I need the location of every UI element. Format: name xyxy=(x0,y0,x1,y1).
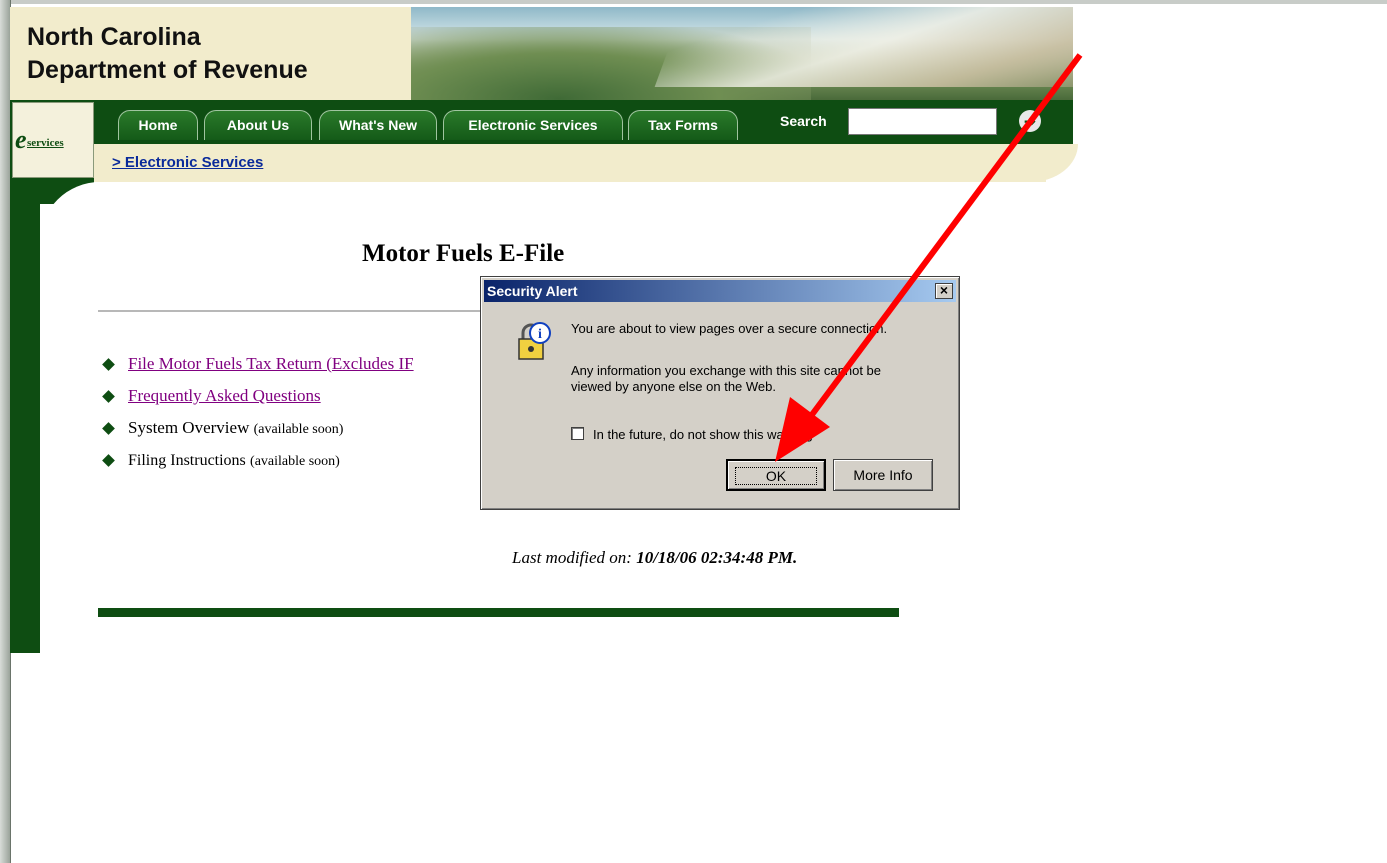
bullet-icon xyxy=(102,454,115,467)
search-label: Search xyxy=(780,113,827,129)
page-title: Motor Fuels E-File xyxy=(362,240,565,267)
item-note: (available soon) xyxy=(250,454,340,469)
last-modified-value: 10/18/06 02:34:48 PM xyxy=(636,548,793,567)
more-info-button[interactable]: More Info xyxy=(833,459,933,491)
last-modified: Last modified on: 10/18/06 02:34:48 PM. xyxy=(512,548,797,568)
eservices-logo[interactable]: e services xyxy=(12,102,94,178)
item-filing-instructions: Filing Instructions xyxy=(128,452,246,469)
curve-fill xyxy=(40,178,94,182)
last-modified-suffix: . xyxy=(792,548,798,567)
bullet-icon xyxy=(102,358,115,371)
bullet-icon xyxy=(102,422,115,435)
search-input[interactable] xyxy=(848,108,997,135)
tab-home[interactable]: Home xyxy=(118,110,198,140)
eservices-text: services xyxy=(27,137,64,149)
svg-text:i: i xyxy=(538,327,542,342)
dont-show-checkbox[interactable] xyxy=(571,427,584,440)
tab-tax-forms[interactable]: Tax Forms xyxy=(628,110,738,140)
site-logo: North Carolina Department of Revenue xyxy=(10,7,411,100)
dialog-message-1: You are about to view pages over a secur… xyxy=(571,321,888,336)
bullet-icon xyxy=(102,390,115,403)
ok-button[interactable]: OK xyxy=(726,459,826,491)
dialog-message-2b: viewed by anyone else on the Web. xyxy=(571,379,777,394)
tab-whats-new[interactable]: What's New xyxy=(319,110,437,140)
ok-label: OK xyxy=(734,467,818,485)
window-top-frame xyxy=(0,0,1387,4)
item-note: (available soon) xyxy=(253,422,344,437)
title-divider xyxy=(98,310,498,312)
dialog-title-bar[interactable]: Security Alert xyxy=(484,280,956,302)
footer-bar xyxy=(98,608,899,617)
checkbox-label[interactable]: In the future, do not show this warning xyxy=(593,427,813,442)
last-modified-label: Last modified on: xyxy=(512,548,632,567)
dialog-message-2a: Any information you exchange with this s… xyxy=(571,363,882,378)
security-alert-dialog: Security Alert × i You are about to view… xyxy=(480,276,960,510)
item-system-overview: System Overview xyxy=(128,418,250,437)
org-line-1: North Carolina xyxy=(27,23,201,51)
link-file-return[interactable]: File Motor Fuels Tax Return (Excludes IF xyxy=(128,354,414,374)
link-faq[interactable]: Frequently Asked Questions xyxy=(128,386,321,406)
tab-about-us[interactable]: About Us xyxy=(204,110,312,140)
eservices-e: e xyxy=(15,125,27,154)
close-button[interactable]: × xyxy=(935,283,953,299)
dialog-title: Security Alert xyxy=(487,283,578,299)
header-beach-image xyxy=(411,7,1073,100)
search-go-icon[interactable]: ➔ xyxy=(1019,110,1041,132)
tab-electronic-services[interactable]: Electronic Services xyxy=(443,110,623,140)
org-line-2: Department of Revenue xyxy=(27,56,308,84)
security-lock-icon: i xyxy=(518,322,551,360)
breadcrumb[interactable]: > Electronic Services xyxy=(112,154,263,171)
left-green-column xyxy=(10,178,40,653)
